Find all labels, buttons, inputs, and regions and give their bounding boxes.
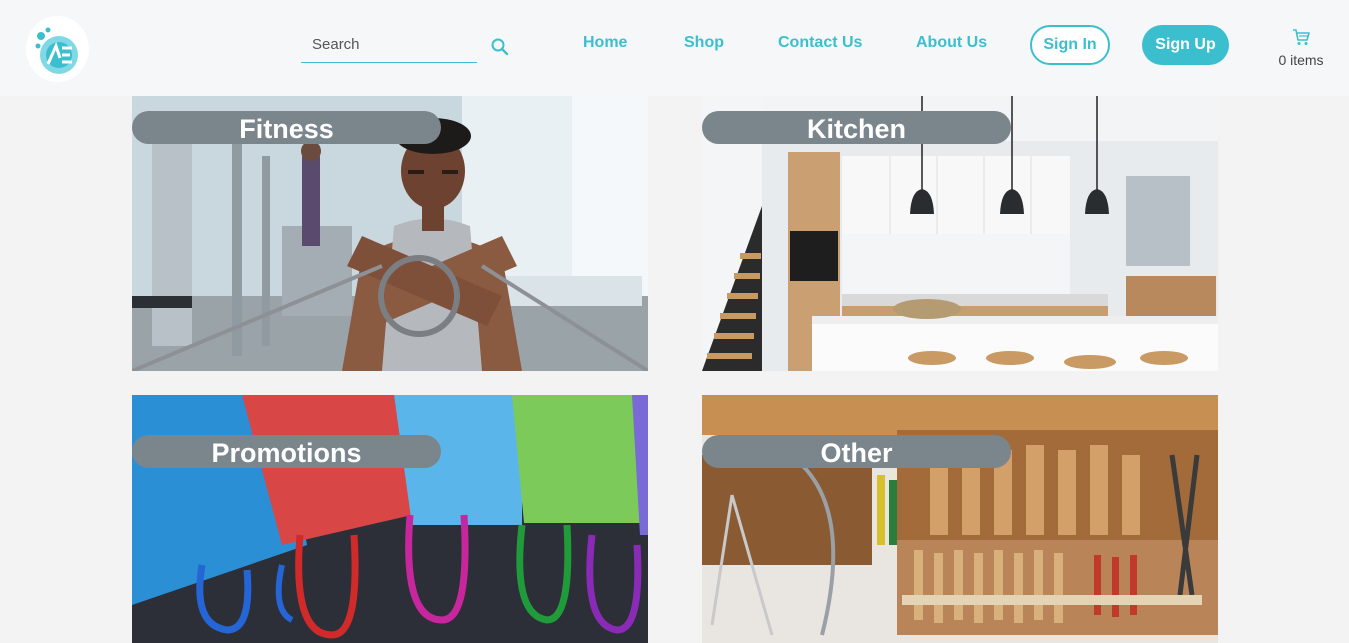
nav-shop-link[interactable]: Shop <box>684 34 724 52</box>
category-label-other: Other <box>702 435 1011 468</box>
nav-contact-link[interactable]: Contact Us <box>778 34 862 52</box>
category-label-fitness: Fitness <box>132 111 441 144</box>
category-tile-other[interactable]: Other <box>702 395 1218 643</box>
category-label-kitchen: Kitchen <box>702 111 1011 144</box>
category-tile-fitness[interactable]: Fitness <box>132 96 648 371</box>
sign-in-button[interactable]: Sign In <box>1030 25 1110 65</box>
sign-up-button[interactable]: Sign Up <box>1142 25 1229 65</box>
category-image-promotions <box>132 395 648 643</box>
search-input[interactable] <box>301 28 471 60</box>
category-tile-promotions[interactable]: Promotions <box>132 395 648 643</box>
category-tile-kitchen[interactable]: Kitchen <box>702 96 1218 371</box>
nav-about-link[interactable]: About Us <box>916 34 987 52</box>
search-icon[interactable] <box>490 37 510 57</box>
category-label-promotions: Promotions <box>132 435 441 468</box>
brand-logo[interactable] <box>26 16 89 82</box>
search-box <box>301 28 477 63</box>
cart-button[interactable]: 0 items <box>1270 28 1332 72</box>
site-header: Home Shop Contact Us About Us Sign In Si… <box>0 0 1349 96</box>
cart-icon <box>1292 28 1310 46</box>
nav-home-link[interactable]: Home <box>583 34 627 52</box>
cart-count: 0 items <box>1278 52 1324 68</box>
category-image-other <box>702 395 1218 643</box>
brand-logo-icon <box>35 27 78 74</box>
